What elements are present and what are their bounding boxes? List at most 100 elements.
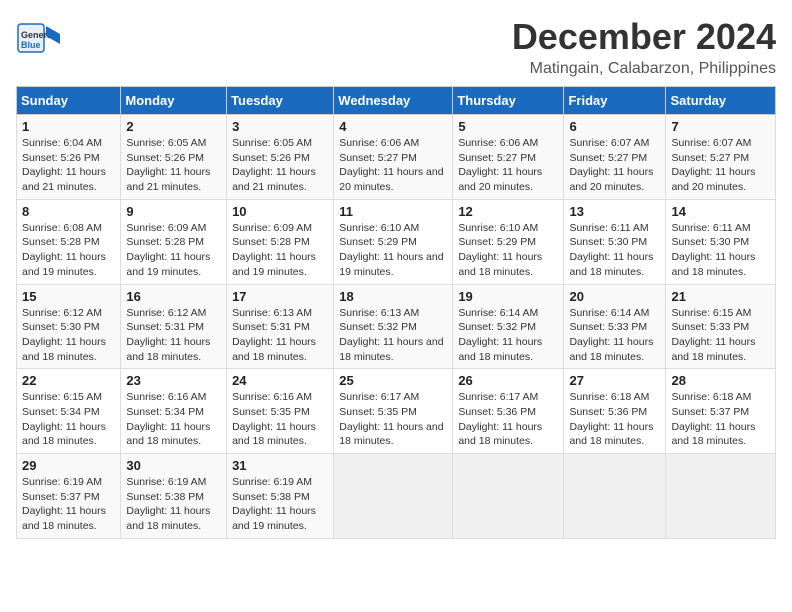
day-info: Sunrise: 6:18 AM Sunset: 5:37 PM Dayligh…	[671, 390, 770, 449]
day-info: Sunrise: 6:19 AM Sunset: 5:38 PM Dayligh…	[232, 475, 328, 534]
day-number: 13	[569, 204, 660, 219]
col-thursday: Thursday	[453, 87, 564, 115]
location: Matingain, Calabarzon, Philippines	[512, 60, 776, 78]
col-wednesday: Wednesday	[334, 87, 453, 115]
day-info: Sunrise: 6:06 AM Sunset: 5:27 PM Dayligh…	[339, 136, 447, 195]
day-cell-18: 18 Sunrise: 6:13 AM Sunset: 5:32 PM Dayl…	[334, 284, 453, 369]
col-sunday: Sunday	[17, 87, 121, 115]
title-block: December 2024 Matingain, Calabarzon, Phi…	[512, 16, 776, 78]
day-cell-23: 23 Sunrise: 6:16 AM Sunset: 5:34 PM Dayl…	[121, 369, 227, 454]
header: General Blue December 2024 Matingain, Ca…	[16, 16, 776, 78]
day-cell-1: 1 Sunrise: 6:04 AM Sunset: 5:26 PM Dayli…	[17, 115, 121, 200]
day-number: 24	[232, 373, 328, 388]
day-number: 7	[671, 119, 770, 134]
day-number: 6	[569, 119, 660, 134]
col-monday: Monday	[121, 87, 227, 115]
day-info: Sunrise: 6:14 AM Sunset: 5:33 PM Dayligh…	[569, 306, 660, 365]
day-cell-10: 10 Sunrise: 6:09 AM Sunset: 5:28 PM Dayl…	[227, 199, 334, 284]
day-cell-11: 11 Sunrise: 6:10 AM Sunset: 5:29 PM Dayl…	[334, 199, 453, 284]
day-cell-5: 5 Sunrise: 6:06 AM Sunset: 5:27 PM Dayli…	[453, 115, 564, 200]
calendar-row: 8 Sunrise: 6:08 AM Sunset: 5:28 PM Dayli…	[17, 199, 776, 284]
day-number: 25	[339, 373, 447, 388]
day-number: 10	[232, 204, 328, 219]
day-number: 12	[458, 204, 558, 219]
day-cell-24: 24 Sunrise: 6:16 AM Sunset: 5:35 PM Dayl…	[227, 369, 334, 454]
logo: General Blue	[16, 16, 60, 60]
day-number: 14	[671, 204, 770, 219]
day-info: Sunrise: 6:11 AM Sunset: 5:30 PM Dayligh…	[569, 221, 660, 280]
day-info: Sunrise: 6:18 AM Sunset: 5:36 PM Dayligh…	[569, 390, 660, 449]
day-cell-26: 26 Sunrise: 6:17 AM Sunset: 5:36 PM Dayl…	[453, 369, 564, 454]
day-number: 17	[232, 289, 328, 304]
day-cell-27: 27 Sunrise: 6:18 AM Sunset: 5:36 PM Dayl…	[564, 369, 666, 454]
day-cell-2: 2 Sunrise: 6:05 AM Sunset: 5:26 PM Dayli…	[121, 115, 227, 200]
day-info: Sunrise: 6:09 AM Sunset: 5:28 PM Dayligh…	[126, 221, 221, 280]
empty-cell	[453, 454, 564, 539]
day-cell-21: 21 Sunrise: 6:15 AM Sunset: 5:33 PM Dayl…	[666, 284, 776, 369]
day-info: Sunrise: 6:07 AM Sunset: 5:27 PM Dayligh…	[671, 136, 770, 195]
day-number: 11	[339, 204, 447, 219]
day-info: Sunrise: 6:09 AM Sunset: 5:28 PM Dayligh…	[232, 221, 328, 280]
day-info: Sunrise: 6:05 AM Sunset: 5:26 PM Dayligh…	[126, 136, 221, 195]
header-row: Sunday Monday Tuesday Wednesday Thursday…	[17, 87, 776, 115]
day-info: Sunrise: 6:08 AM Sunset: 5:28 PM Dayligh…	[22, 221, 115, 280]
day-info: Sunrise: 6:19 AM Sunset: 5:38 PM Dayligh…	[126, 475, 221, 534]
day-info: Sunrise: 6:19 AM Sunset: 5:37 PM Dayligh…	[22, 475, 115, 534]
day-cell-13: 13 Sunrise: 6:11 AM Sunset: 5:30 PM Dayl…	[564, 199, 666, 284]
logo-icon: General Blue	[16, 16, 60, 60]
month-year: December 2024	[512, 16, 776, 58]
empty-cell	[564, 454, 666, 539]
day-cell-17: 17 Sunrise: 6:13 AM Sunset: 5:31 PM Dayl…	[227, 284, 334, 369]
day-number: 19	[458, 289, 558, 304]
day-number: 23	[126, 373, 221, 388]
calendar-row: 15 Sunrise: 6:12 AM Sunset: 5:30 PM Dayl…	[17, 284, 776, 369]
day-number: 22	[22, 373, 115, 388]
day-cell-12: 12 Sunrise: 6:10 AM Sunset: 5:29 PM Dayl…	[453, 199, 564, 284]
day-info: Sunrise: 6:05 AM Sunset: 5:26 PM Dayligh…	[232, 136, 328, 195]
day-cell-15: 15 Sunrise: 6:12 AM Sunset: 5:30 PM Dayl…	[17, 284, 121, 369]
day-cell-3: 3 Sunrise: 6:05 AM Sunset: 5:26 PM Dayli…	[227, 115, 334, 200]
day-info: Sunrise: 6:06 AM Sunset: 5:27 PM Dayligh…	[458, 136, 558, 195]
day-number: 27	[569, 373, 660, 388]
day-number: 20	[569, 289, 660, 304]
day-number: 30	[126, 458, 221, 473]
day-info: Sunrise: 6:13 AM Sunset: 5:32 PM Dayligh…	[339, 306, 447, 365]
day-cell-29: 29 Sunrise: 6:19 AM Sunset: 5:37 PM Dayl…	[17, 454, 121, 539]
day-cell-14: 14 Sunrise: 6:11 AM Sunset: 5:30 PM Dayl…	[666, 199, 776, 284]
day-cell-28: 28 Sunrise: 6:18 AM Sunset: 5:37 PM Dayl…	[666, 369, 776, 454]
day-info: Sunrise: 6:10 AM Sunset: 5:29 PM Dayligh…	[458, 221, 558, 280]
day-cell-19: 19 Sunrise: 6:14 AM Sunset: 5:32 PM Dayl…	[453, 284, 564, 369]
day-info: Sunrise: 6:12 AM Sunset: 5:31 PM Dayligh…	[126, 306, 221, 365]
day-number: 3	[232, 119, 328, 134]
day-info: Sunrise: 6:14 AM Sunset: 5:32 PM Dayligh…	[458, 306, 558, 365]
day-cell-6: 6 Sunrise: 6:07 AM Sunset: 5:27 PM Dayli…	[564, 115, 666, 200]
day-number: 4	[339, 119, 447, 134]
day-number: 8	[22, 204, 115, 219]
day-info: Sunrise: 6:11 AM Sunset: 5:30 PM Dayligh…	[671, 221, 770, 280]
day-number: 1	[22, 119, 115, 134]
day-info: Sunrise: 6:07 AM Sunset: 5:27 PM Dayligh…	[569, 136, 660, 195]
day-number: 9	[126, 204, 221, 219]
day-cell-16: 16 Sunrise: 6:12 AM Sunset: 5:31 PM Dayl…	[121, 284, 227, 369]
calendar-table: Sunday Monday Tuesday Wednesday Thursday…	[16, 86, 776, 539]
calendar-row: 29 Sunrise: 6:19 AM Sunset: 5:37 PM Dayl…	[17, 454, 776, 539]
day-info: Sunrise: 6:16 AM Sunset: 5:34 PM Dayligh…	[126, 390, 221, 449]
day-info: Sunrise: 6:10 AM Sunset: 5:29 PM Dayligh…	[339, 221, 447, 280]
day-cell-20: 20 Sunrise: 6:14 AM Sunset: 5:33 PM Dayl…	[564, 284, 666, 369]
day-info: Sunrise: 6:17 AM Sunset: 5:36 PM Dayligh…	[458, 390, 558, 449]
day-number: 2	[126, 119, 221, 134]
day-info: Sunrise: 6:13 AM Sunset: 5:31 PM Dayligh…	[232, 306, 328, 365]
day-info: Sunrise: 6:12 AM Sunset: 5:30 PM Dayligh…	[22, 306, 115, 365]
col-friday: Friday	[564, 87, 666, 115]
day-number: 26	[458, 373, 558, 388]
day-cell-7: 7 Sunrise: 6:07 AM Sunset: 5:27 PM Dayli…	[666, 115, 776, 200]
day-info: Sunrise: 6:16 AM Sunset: 5:35 PM Dayligh…	[232, 390, 328, 449]
day-cell-8: 8 Sunrise: 6:08 AM Sunset: 5:28 PM Dayli…	[17, 199, 121, 284]
day-number: 16	[126, 289, 221, 304]
day-number: 31	[232, 458, 328, 473]
day-number: 21	[671, 289, 770, 304]
day-cell-31: 31 Sunrise: 6:19 AM Sunset: 5:38 PM Dayl…	[227, 454, 334, 539]
day-number: 28	[671, 373, 770, 388]
calendar-row: 22 Sunrise: 6:15 AM Sunset: 5:34 PM Dayl…	[17, 369, 776, 454]
day-number: 18	[339, 289, 447, 304]
